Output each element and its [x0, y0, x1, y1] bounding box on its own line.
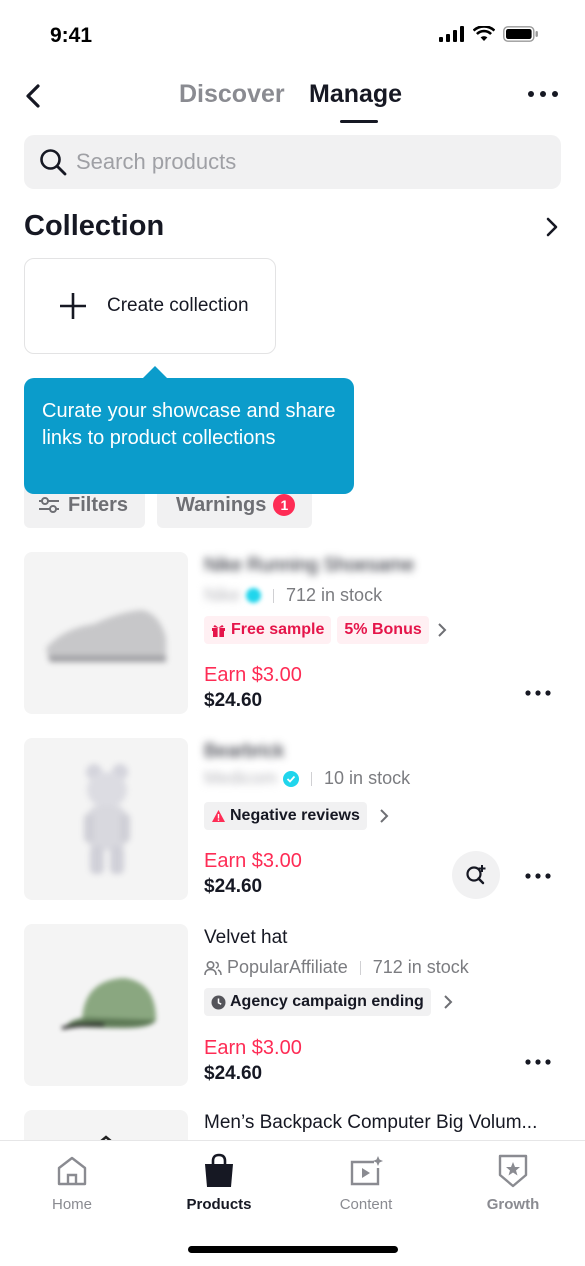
nav-label: Home	[51, 1196, 92, 1213]
nav-content[interactable]: Content	[316, 1152, 416, 1213]
product-tags[interactable]: Agency campaign ending	[204, 988, 455, 1016]
nav-label: Content	[339, 1196, 393, 1213]
gift-icon	[212, 624, 225, 637]
create-collection-label: Create collection	[107, 295, 249, 316]
seller-name: Nike	[204, 585, 241, 605]
price: $24.60	[204, 876, 263, 897]
product-name[interactable]: Nike Running Shoesame	[204, 555, 414, 577]
price: $24.60	[204, 690, 263, 711]
more-options-icon[interactable]	[524, 688, 552, 698]
tag-label: Agency campaign ending	[230, 993, 424, 1010]
product-tags[interactable]: Free sample 5% Bonus	[204, 616, 449, 644]
stock-count: 10 in stock	[324, 768, 411, 788]
home-indicator	[188, 1246, 398, 1253]
warning-triangle-icon	[212, 810, 225, 822]
more-options-icon[interactable]	[527, 86, 559, 102]
clock-icon	[211, 995, 226, 1009]
back-arrow-icon[interactable]	[22, 82, 48, 110]
tag-label: Negative reviews	[230, 807, 360, 824]
create-collection-button[interactable]: Create collection	[24, 258, 276, 354]
nav-label: Growth	[486, 1196, 540, 1213]
product-thumbnail[interactable]	[24, 552, 188, 714]
product-meta: Nike 712 in stock	[204, 585, 382, 606]
growth-badge-icon	[498, 1154, 528, 1188]
chevron-right-icon	[380, 809, 389, 823]
home-icon	[57, 1156, 87, 1186]
price: $24.60	[204, 1063, 263, 1084]
product-name[interactable]: Men’s Backpack Computer Big Volum...	[204, 1112, 564, 1134]
earn-amount: Earn $3.00	[204, 1037, 302, 1059]
seller-name: Medicom	[204, 768, 278, 788]
bonus-tag: 5% Bonus	[337, 616, 429, 644]
divider	[359, 960, 361, 975]
sliders-icon	[39, 497, 59, 513]
nav-label: Products	[186, 1196, 252, 1213]
bearbrick-figure-image	[84, 764, 130, 874]
warnings-count-badge: 1	[273, 494, 296, 516]
onboarding-tooltip[interactable]: Curate your showcase and share links to …	[24, 378, 354, 494]
tag-label: Free sample	[231, 621, 325, 638]
status-time: 9:41	[50, 24, 93, 47]
stock-count: 712 in stock	[372, 957, 469, 977]
product-thumbnail[interactable]	[24, 738, 188, 900]
product-meta: PopularAffiliate 712 in stock	[204, 957, 469, 978]
product-tags[interactable]: Negative reviews	[204, 802, 391, 830]
product-name[interactable]: Velvet hat	[204, 927, 287, 949]
search-input[interactable]	[76, 149, 536, 175]
chevron-right-icon[interactable]	[544, 216, 560, 238]
nav-products[interactable]: Products	[169, 1152, 269, 1213]
sneaker-image	[46, 610, 166, 662]
tab-manage[interactable]: Manage	[309, 80, 402, 109]
plus-icon	[60, 293, 86, 319]
wifi-icon	[473, 26, 495, 41]
add-to-showcase-button[interactable]	[452, 851, 500, 899]
verified-icon	[246, 588, 262, 603]
earn-amount: Earn $3.00	[204, 664, 302, 686]
chevron-right-icon	[438, 623, 447, 637]
search-bar[interactable]	[24, 135, 561, 189]
filters-label: Filters	[68, 493, 129, 516]
battery-icon	[503, 26, 538, 42]
negative-reviews-tag: Negative reviews	[204, 802, 367, 830]
tab-discover[interactable]: Discover	[179, 80, 285, 109]
divider	[273, 588, 275, 603]
active-tab-indicator	[340, 120, 378, 123]
content-icon	[350, 1156, 383, 1186]
search-plus-icon	[466, 865, 486, 885]
warnings-label: Warnings	[176, 493, 267, 516]
search-icon	[40, 149, 67, 176]
product-name[interactable]: Bearbrick	[204, 741, 284, 763]
agency-campaign-tag: Agency campaign ending	[204, 988, 431, 1016]
affiliate-users-icon	[204, 960, 222, 975]
shopping-bag-icon	[205, 1153, 233, 1187]
cellular-signal-icon	[439, 26, 464, 42]
green-hat-image	[61, 978, 156, 1030]
more-options-icon[interactable]	[524, 871, 552, 881]
nav-home[interactable]: Home	[22, 1152, 122, 1213]
nav-growth[interactable]: Growth	[463, 1152, 563, 1213]
free-sample-tag: Free sample	[204, 616, 332, 644]
stock-count: 712 in stock	[286, 585, 383, 605]
chevron-right-icon	[444, 995, 453, 1009]
verified-icon	[283, 770, 300, 787]
earn-amount: Earn $3.00	[204, 850, 302, 872]
product-thumbnail[interactable]	[24, 924, 188, 1086]
more-options-icon[interactable]	[524, 1057, 552, 1067]
collection-title: Collection	[24, 210, 165, 242]
product-meta: Medicom 10 in stock	[204, 768, 410, 789]
seller-name: PopularAffiliate	[227, 957, 348, 977]
divider	[311, 771, 313, 786]
status-icons	[439, 26, 539, 42]
